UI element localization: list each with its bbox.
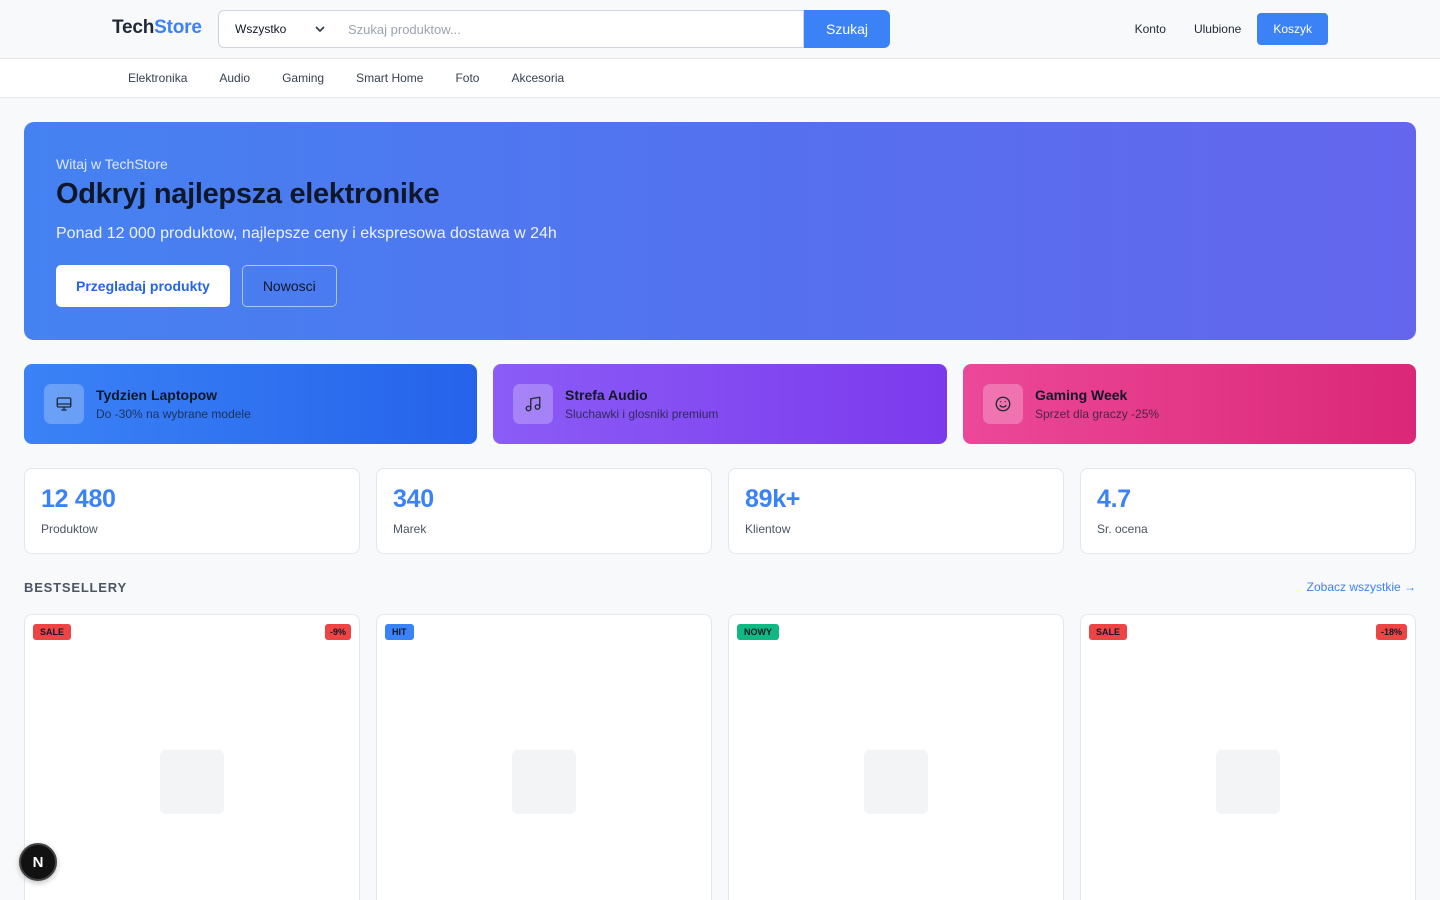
monitor-icon (44, 384, 84, 424)
stat-label: Klientow (745, 522, 791, 536)
new-badge: NOWY (737, 624, 779, 640)
nav-item-audio[interactable]: Audio (203, 71, 266, 85)
hero-buttons: Przegladaj produkty Nowosci (56, 265, 1384, 307)
promo-card-audio[interactable]: Strefa Audio Sluchawki i glosniki premiu… (493, 364, 947, 444)
hero-subtitle: Ponad 12 000 produktow, najlepsze ceny i… (56, 225, 557, 242)
stat-card-customers: 89k+ Klientow (728, 468, 1064, 554)
logo[interactable]: TechStore (112, 17, 202, 39)
promo-subtitle: Sluchawki i glosniki premium (565, 407, 719, 421)
product-card[interactable]: HIT (376, 614, 712, 900)
top-bar: TechStore Wszystko Szukaj Konto Ulubione… (0, 0, 1440, 59)
category-nav: Elektronika Audio Gaming Smart Home Foto… (0, 59, 1440, 98)
promo-title: Gaming Week (1035, 387, 1128, 403)
smiley-icon (983, 384, 1023, 424)
product-image-placeholder (160, 750, 224, 814)
category-select[interactable]: Wszystko (218, 10, 336, 48)
search-button[interactable]: Szukaj (804, 10, 890, 48)
product-card[interactable]: SALE -18% (1080, 614, 1416, 900)
promo-title: Strefa Audio (565, 387, 648, 403)
chevron-down-icon (315, 26, 325, 32)
stat-label: Marek (393, 522, 427, 536)
nav-item-foto[interactable]: Foto (439, 71, 495, 85)
browse-products-button[interactable]: Przegladaj produkty (56, 265, 230, 307)
promo-card-gaming[interactable]: Gaming Week Sprzet dla graczy -25% (963, 364, 1416, 444)
new-products-button[interactable]: Nowosci (241, 265, 337, 307)
favorites-link[interactable]: Ulubione (1180, 13, 1255, 45)
promo-title: Tydzien Laptopow (96, 387, 218, 403)
see-all-link[interactable]: Zobacz wszystkie → (1307, 580, 1416, 594)
product-image-placeholder (864, 750, 928, 814)
account-link[interactable]: Konto (1121, 13, 1180, 45)
promo-subtitle: Sprzet dla graczy -25% (1035, 407, 1160, 421)
stat-value: 12 480 (41, 485, 116, 513)
product-card[interactable]: SALE -9% (24, 614, 360, 900)
stat-value: 340 (393, 485, 434, 513)
product-image-placeholder (1216, 750, 1280, 814)
discount-badge: -9% (324, 624, 351, 640)
nav-item-smart-home[interactable]: Smart Home (340, 71, 439, 85)
hero-welcome: Witaj w TechStore (56, 156, 168, 172)
stat-label: Produktow (41, 522, 98, 536)
dev-tools-button[interactable]: N (19, 843, 57, 881)
promo-subtitle: Do -30% na wybrane modele (96, 407, 251, 421)
account-links: Konto Ulubione Koszyk (1121, 13, 1328, 45)
promo-card-laptops[interactable]: Tydzien Laptopow Do -30% na wybrane mode… (24, 364, 477, 444)
product-image-placeholder (512, 750, 576, 814)
hit-badge: HIT (385, 624, 414, 640)
music-note-icon (513, 384, 553, 424)
hero-banner: Witaj w TechStore Odkryj najlepsza elekt… (24, 122, 1416, 340)
sale-badge: SALE (1089, 624, 1128, 640)
cart-button[interactable]: Koszyk (1257, 13, 1328, 45)
stat-card-brands: 340 Marek (376, 468, 712, 554)
discount-badge: -18% (1375, 624, 1407, 640)
nav-item-gaming[interactable]: Gaming (266, 71, 340, 85)
product-card[interactable]: NOWY (728, 614, 1064, 900)
stat-value: 89k+ (745, 485, 801, 513)
search-bar: Wszystko Szukaj (218, 10, 890, 48)
dev-tools-label: N (32, 853, 44, 871)
logo-text-tech: Tech (112, 17, 155, 38)
stat-value: 4.7 (1097, 485, 1131, 513)
stat-card-rating: 4.7 Sr. ocena (1080, 468, 1416, 554)
hero-headline: Odkryj najlepsza elektronike (56, 178, 440, 210)
bestsellers-title: BESTSELLERY (24, 580, 127, 595)
nav-item-elektronika[interactable]: Elektronika (112, 71, 203, 85)
logo-text-store: Store (154, 17, 202, 38)
sale-badge: SALE (33, 624, 72, 640)
stat-card-products: 12 480 Produktow (24, 468, 360, 554)
stat-label: Sr. ocena (1097, 522, 1148, 536)
category-select-value: Wszystko (235, 22, 287, 36)
nav-item-akcesoria[interactable]: Akcesoria (495, 71, 580, 85)
search-input[interactable] (336, 10, 804, 48)
